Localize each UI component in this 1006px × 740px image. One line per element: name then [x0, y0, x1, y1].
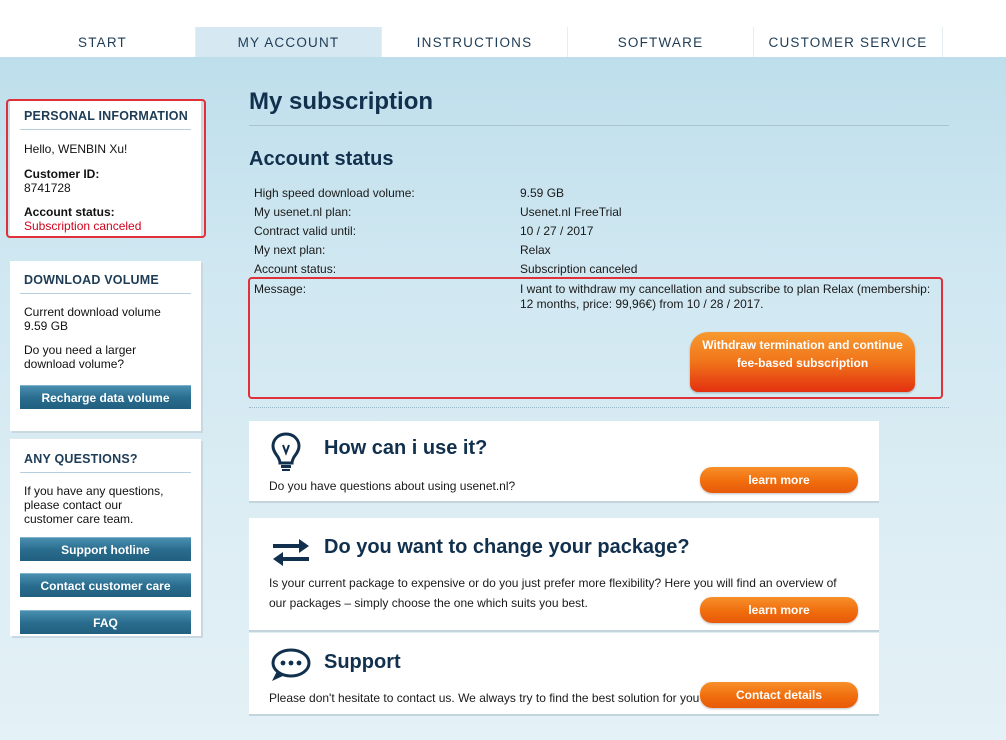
page-title: My subscription: [249, 88, 434, 115]
account-status-label: Account status:: [24, 205, 115, 219]
learn-more-button[interactable]: learn more: [700, 467, 858, 493]
personal-info-heading: PERSONAL INFORMATION: [20, 99, 191, 130]
nav-tab-instructions[interactable]: INSTRUCTIONS: [382, 27, 568, 57]
top-bar: START MY ACCOUNT INSTRUCTIONS SOFTWARE C…: [0, 0, 1006, 57]
row-label: My usenet.nl plan:: [254, 205, 352, 219]
questions-text: If you have any questions, please contac…: [24, 484, 164, 526]
current-volume-label: Current download volume: [24, 305, 161, 319]
card-text: Please don't hesitate to contact us. We …: [269, 691, 700, 705]
row-value: 9.59 GB: [520, 186, 565, 200]
card-text: Do you have questions about using usenet…: [269, 479, 516, 493]
section-divider: [249, 407, 949, 408]
message-label: Message:: [254, 282, 307, 296]
card-title: Do you want to change your package?: [324, 536, 690, 558]
card-change-package: Do you want to change your package? Is y…: [249, 518, 879, 630]
card-how-to-use: How can i use it? Do you have questions …: [249, 421, 879, 501]
message-value: I want to withdraw my cancellation and s…: [520, 282, 931, 311]
section-title: Account status: [249, 148, 394, 170]
questions-box: ANY QUESTIONS? If you have any questions…: [10, 439, 201, 636]
card-title: How can i use it?: [324, 437, 488, 459]
customer-id-value: 8741728: [24, 181, 71, 195]
support-hotline-button[interactable]: Support hotline: [20, 537, 191, 561]
personal-info-box: PERSONAL INFORMATION Hello, WENBIN Xu! C…: [10, 99, 201, 236]
account-status-value: Subscription canceled: [24, 219, 142, 233]
nav-tab-customer-service[interactable]: CUSTOMER SERVICE: [754, 27, 943, 57]
title-divider: [249, 125, 949, 126]
nav-tab-start[interactable]: START: [10, 27, 196, 57]
row-label: Contract valid until:: [254, 224, 357, 238]
row-value: 10 / 27 / 2017: [520, 224, 594, 238]
greeting-text: Hello, WENBIN Xu!: [24, 142, 128, 156]
current-volume-value: 9.59 GB: [24, 319, 69, 333]
row-value: Relax: [520, 243, 551, 257]
row-value: Usenet.nl FreeTrial: [520, 205, 622, 219]
contact-details-button[interactable]: Contact details: [700, 682, 858, 708]
learn-more-button[interactable]: learn more: [700, 597, 858, 623]
speech-bubble-icon: [269, 647, 311, 688]
customer-id-label: Customer ID:: [24, 167, 100, 181]
faq-button[interactable]: FAQ: [20, 610, 191, 634]
nav-tab-software[interactable]: SOFTWARE: [568, 27, 754, 57]
larger-volume-question: Do you need a larger download volume?: [24, 343, 137, 371]
questions-heading: ANY QUESTIONS?: [20, 439, 191, 473]
main-nav: START MY ACCOUNT INSTRUCTIONS SOFTWARE C…: [10, 27, 943, 57]
card-title: Support: [324, 651, 401, 673]
card-support: Support Please don't hesitate to contact…: [249, 633, 879, 714]
swap-arrows-icon: [269, 536, 313, 573]
download-volume-box: DOWNLOAD VOLUME Current download volume …: [10, 261, 201, 431]
row-label: High speed download volume:: [254, 186, 415, 200]
row-label: Account status:: [254, 262, 337, 276]
lightbulb-icon: [269, 431, 303, 476]
withdraw-termination-button[interactable]: Withdraw termination and continue fee-ba…: [690, 332, 915, 392]
nav-tab-my-account[interactable]: MY ACCOUNT: [196, 27, 382, 57]
row-value: Subscription canceled: [520, 262, 638, 276]
contact-customer-care-button[interactable]: Contact customer care: [20, 573, 191, 597]
recharge-data-volume-button[interactable]: Recharge data volume: [20, 385, 191, 409]
row-label: My next plan:: [254, 243, 326, 257]
download-volume-heading: DOWNLOAD VOLUME: [20, 261, 191, 294]
